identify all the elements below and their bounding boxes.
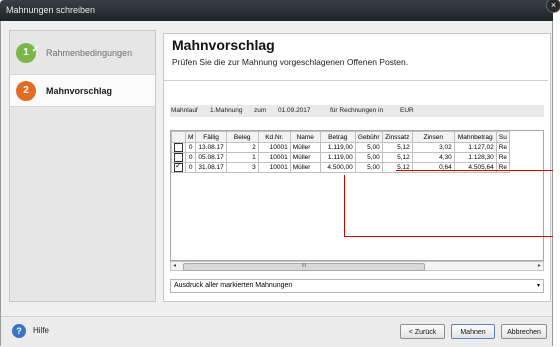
callout-line-gebuehr bbox=[396, 170, 553, 171]
row-checkbox-cell[interactable] bbox=[171, 152, 186, 163]
dialog-body: 1 ✓ Rahmenbedingungen 2 Mahnvorschlag Ma… bbox=[0, 21, 553, 347]
table-cell[interactable]: 5,00 bbox=[354, 162, 383, 173]
table-cell: 10001 bbox=[257, 142, 291, 153]
table-cell: 0 bbox=[184, 152, 197, 163]
info-at-label: zum bbox=[254, 107, 267, 114]
window-titlebar: Mahnungen schreiben bbox=[0, 0, 553, 21]
print-option-value: Ausdruck aller markierten Mahnungen bbox=[174, 282, 293, 289]
step-2-badge: 2 bbox=[16, 80, 36, 101]
horizontal-scrollbar[interactable]: ◂ III ▸ bbox=[170, 261, 544, 271]
step-label: Rahmenbedingungen bbox=[46, 48, 133, 58]
column-header[interactable] bbox=[171, 131, 186, 143]
table-cell: Müller bbox=[289, 152, 321, 163]
table-cell: 0 bbox=[184, 142, 197, 153]
table-cell: 1.128,30 bbox=[453, 152, 497, 163]
scroll-left-icon[interactable]: ◂ bbox=[173, 262, 176, 271]
window-title: Mahnungen schreiben bbox=[6, 5, 96, 15]
table-row[interactable]: 0 13.08.17 2 10001 Müller 1.119,00 5,00 … bbox=[171, 142, 511, 153]
column-header[interactable]: M bbox=[184, 131, 197, 143]
row-checkbox[interactable] bbox=[174, 163, 183, 172]
column-header[interactable]: Betrag bbox=[319, 131, 356, 143]
info-for-label: für Rechnungen in bbox=[330, 107, 384, 114]
callout-line-checkbox-h bbox=[344, 236, 553, 237]
table-cell: 10001 bbox=[257, 162, 291, 173]
table-cell: 1.119,00 bbox=[319, 152, 356, 163]
help-link[interactable]: Hilfe bbox=[33, 326, 49, 335]
table-cell: 13.08.17 bbox=[195, 142, 227, 153]
wizard-steps: 1 ✓ Rahmenbedingungen 2 Mahnvorschlag bbox=[9, 30, 156, 302]
table-cell: Müller bbox=[289, 162, 321, 173]
mahnlauf-info: Mahnlauf 1.Mahnung zum 01.09.2017 für Re… bbox=[170, 105, 544, 117]
checkmark-icon: ✓ bbox=[31, 44, 39, 54]
cancel-button[interactable]: Abbrechen bbox=[501, 324, 547, 339]
table-row[interactable]: 0 05.08.17 1 10001 Müller 1.119,00 5,00 … bbox=[171, 152, 511, 163]
table-cell: 3 bbox=[225, 162, 259, 173]
mahnen-button[interactable]: Mahnen bbox=[451, 324, 495, 339]
step-mahnvorschlag[interactable]: 2 Mahnvorschlag bbox=[10, 74, 155, 107]
column-header[interactable]: Gebühr bbox=[354, 131, 383, 143]
info-date: 01.09.2017 bbox=[278, 107, 311, 114]
table-cell: 4.505,64 bbox=[453, 162, 497, 173]
info-currency: EUR bbox=[400, 107, 414, 114]
row-checkbox[interactable] bbox=[174, 143, 183, 152]
table-cell: 2 bbox=[225, 142, 259, 153]
table-cell[interactable]: 5,00 bbox=[354, 142, 383, 153]
table-cell: 0,64 bbox=[411, 162, 455, 173]
print-option-select[interactable]: Ausdruck aller markierten Mahnungen ▾ bbox=[170, 279, 544, 293]
table-cell[interactable]: 5,12 bbox=[381, 142, 413, 153]
step-rahmenbedingungen[interactable]: 1 ✓ Rahmenbedingungen bbox=[10, 39, 155, 67]
table-row[interactable]: 0 31.08.17 3 10001 Müller 4.500,00 5,00 … bbox=[171, 162, 511, 173]
column-header[interactable]: Kd.Nr. bbox=[257, 131, 291, 143]
table-cell: 0 bbox=[184, 162, 197, 173]
table-cell: 1.119,00 bbox=[319, 142, 356, 153]
table-cell: Re bbox=[495, 152, 511, 163]
table-cell: Re bbox=[495, 162, 511, 173]
step-label: Mahnvorschlag bbox=[46, 85, 113, 96]
callout-line-checkbox-v bbox=[344, 175, 345, 236]
column-header[interactable]: Zinsen bbox=[411, 131, 455, 143]
step-1-badge: 1 ✓ bbox=[16, 43, 39, 63]
close-icon[interactable]: × bbox=[546, 0, 560, 13]
table-cell: 4,30 bbox=[411, 152, 455, 163]
table-cell: 31.08.17 bbox=[195, 162, 227, 173]
table-cell: 05.08.17 bbox=[195, 152, 227, 163]
chevron-down-icon[interactable]: ▾ bbox=[537, 280, 540, 292]
scroll-right-icon[interactable]: ▸ bbox=[538, 262, 541, 271]
table-cell: 10001 bbox=[257, 152, 291, 163]
page-title: Mahnvorschlag bbox=[172, 37, 275, 53]
column-header[interactable]: Name bbox=[289, 131, 321, 143]
column-header[interactable]: Fällig bbox=[195, 131, 227, 143]
table-cell: Re bbox=[495, 142, 511, 153]
row-checkbox-cell[interactable] bbox=[171, 142, 186, 153]
table-cell[interactable]: 5,12 bbox=[381, 152, 413, 163]
info-label: Mahnlauf bbox=[171, 107, 198, 114]
table-cell[interactable]: 5,12 bbox=[381, 162, 413, 173]
info-level: 1.Mahnung bbox=[210, 107, 243, 114]
table-cell: Müller bbox=[289, 142, 321, 153]
table-cell[interactable]: 5,00 bbox=[354, 152, 383, 163]
column-header[interactable]: Beleg bbox=[225, 131, 259, 143]
scrollbar-thumb[interactable]: III bbox=[183, 263, 425, 271]
table-cell: 1.127,02 bbox=[453, 142, 497, 153]
divider bbox=[164, 80, 548, 81]
row-checkbox[interactable] bbox=[174, 153, 183, 162]
mahnvorschlag-table: M Fällig Beleg Kd.Nr. Name Betrag Gebühr… bbox=[170, 130, 544, 261]
back-button[interactable]: < Zurück bbox=[400, 324, 445, 339]
footer-bar: ? Hilfe < Zurück Mahnen Abbrechen bbox=[1, 316, 552, 347]
table-header: M Fällig Beleg Kd.Nr. Name Betrag Gebühr… bbox=[171, 131, 511, 143]
page-subtitle: Prüfen Sie die zur Mahnung vorgeschlagen… bbox=[172, 57, 409, 67]
help-icon[interactable]: ? bbox=[12, 324, 26, 338]
row-checkbox-cell[interactable] bbox=[171, 162, 186, 173]
table-cell: 4.500,00 bbox=[319, 162, 356, 173]
column-header[interactable]: Zinssatz bbox=[381, 131, 413, 143]
table-cell: 1 bbox=[225, 152, 259, 163]
content-panel: Mahnvorschlag Prüfen Sie die zur Mahnung… bbox=[163, 33, 551, 302]
column-header[interactable]: Mahnbetrag bbox=[453, 131, 497, 143]
table-cell: 3,02 bbox=[411, 142, 455, 153]
column-header[interactable]: Su bbox=[495, 131, 511, 143]
